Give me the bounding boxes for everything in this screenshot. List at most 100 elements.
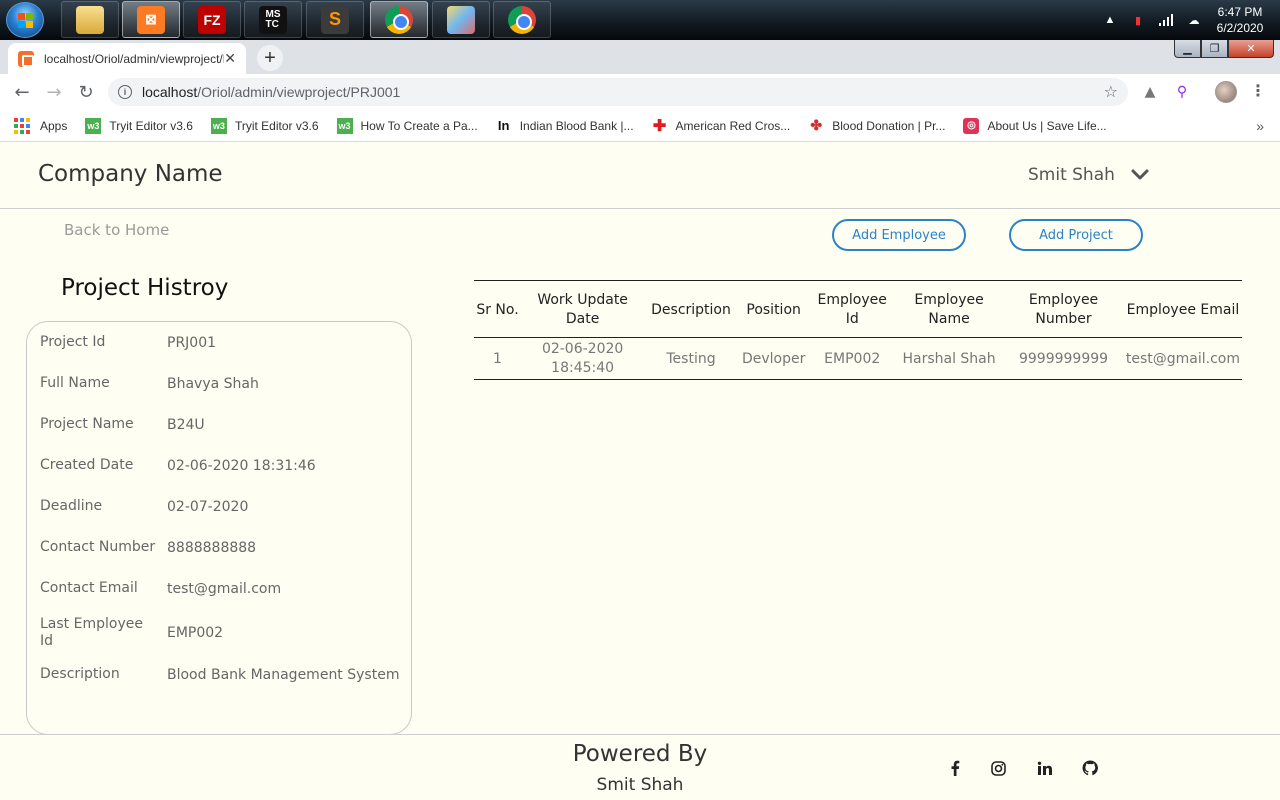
taskbar-sublime[interactable]: S — [306, 1, 364, 38]
back-to-home-link[interactable]: Back to Home — [64, 221, 169, 239]
linkedin-icon[interactable] — [1035, 759, 1053, 777]
search-extension-icon[interactable]: ⚲ — [1172, 82, 1192, 102]
signal-icon[interactable] — [1157, 11, 1175, 29]
project-info-card: Project Id PRJ001 Full Name Bhavya Shah … — [26, 321, 412, 735]
user-menu[interactable]: Smit Shah — [1028, 165, 1149, 185]
table-cell: Devloper — [737, 337, 810, 380]
github-icon[interactable] — [1081, 759, 1099, 777]
filezilla-icon: FZ — [198, 5, 226, 34]
info-row-contact-email: Contact Email test@gmail.com — [40, 580, 410, 597]
add-project-button[interactable]: Add Project — [1009, 219, 1143, 251]
info-label: Project Id — [40, 334, 106, 350]
forward-arrow-icon[interactable]: → — [42, 80, 66, 104]
start-button[interactable] — [6, 2, 44, 38]
power-icon[interactable]: ▮ — [1129, 11, 1147, 29]
bookmark-red-cross[interactable]: ✚ American Red Cros... — [652, 118, 791, 135]
browser-tab[interactable]: localhost/Oriol/admin/viewproject/PRJ001… — [8, 43, 246, 74]
taskbar-chrome[interactable] — [370, 1, 428, 38]
info-row-last-employee-id: Last Employee Id EMP002 — [40, 616, 410, 650]
site-info-icon[interactable]: i — [118, 85, 132, 99]
address-bar[interactable]: i localhost/Oriol/admin/viewproject/PRJ0… — [108, 78, 1128, 106]
info-value: PRJ001 — [167, 334, 217, 351]
taskbar-mstc[interactable]: MS TC — [244, 1, 302, 38]
bookmark-label: How To Create a Pa... — [360, 118, 478, 133]
table-cell: 1 — [474, 337, 522, 380]
xampp-favicon-icon — [18, 50, 34, 67]
new-tab-button[interactable]: + — [257, 45, 283, 71]
instagram-icon[interactable] — [989, 759, 1007, 777]
add-employee-button[interactable]: Add Employee — [832, 219, 966, 251]
back-arrow-icon[interactable]: ← — [10, 80, 34, 104]
show-hidden-icons-icon[interactable]: ▲ — [1101, 11, 1119, 29]
chevron-down-icon — [1131, 169, 1149, 180]
info-value: 02-07-2020 — [167, 498, 249, 515]
w3schools-icon: w3 — [336, 117, 353, 134]
taskbar-explorer[interactable] — [61, 1, 119, 38]
brand-name[interactable]: Company Name — [38, 161, 223, 187]
table-cell: 9999999999 — [1003, 337, 1124, 380]
reload-icon[interactable]: ↻ — [74, 80, 98, 104]
info-row-deadline: Deadline 02-07-2020 — [40, 498, 410, 515]
taskbar-clock[interactable]: 6:47 PM 6/2/2020 — [1208, 4, 1272, 36]
facebook-icon[interactable] — [946, 759, 964, 777]
browser-tab-strip: localhost/Oriol/admin/viewproject/PRJ001… — [0, 40, 1280, 74]
in-icon: In — [497, 118, 510, 133]
clock-time: 6:47 PM — [1217, 5, 1263, 19]
more-bookmarks-icon[interactable]: » — [1256, 118, 1264, 134]
bookmark-label: Apps — [40, 118, 68, 133]
info-row-project-name: Project Name B24U — [40, 416, 410, 433]
info-label: Description — [40, 666, 120, 682]
bookmark-how-to[interactable]: w3 How To Create a Pa... — [336, 117, 478, 134]
info-label: Last Employee Id — [40, 616, 143, 649]
close-window-button[interactable]: ✕ — [1228, 40, 1274, 58]
cloud-icon[interactable]: ☁ — [1185, 11, 1203, 29]
column-header: Description — [644, 280, 738, 338]
bookmark-label: Tryit Editor v3.6 — [234, 118, 319, 133]
info-value: Blood Bank Management System — [167, 666, 400, 683]
w3schools-icon: w3 — [210, 117, 227, 134]
bookmark-label: American Red Cros... — [675, 118, 791, 133]
windows-taskbar: ⊠ FZ MS TC S ▲ ▮ ☁ 6:47 PM 6/2/2020 — [0, 0, 1280, 40]
taskbar-chrome-2[interactable] — [493, 1, 551, 38]
page-content: Company Name Smit Shah Back to Home Add … — [0, 143, 1280, 800]
bookmark-apps[interactable]: Apps — [14, 117, 68, 134]
info-value: test@gmail.com — [167, 580, 282, 597]
table-cell: Harshal Shah — [894, 337, 1004, 380]
bookmark-tryit-1[interactable]: w3 Tryit Editor v3.6 — [85, 117, 193, 134]
info-label: Deadline — [40, 498, 103, 514]
bookmark-save-life[interactable]: ◎ About Us | Save Life... — [963, 117, 1107, 134]
tab-close-icon[interactable]: ✕ — [224, 50, 236, 67]
info-row-contact-number: Contact Number 8888888888 — [40, 539, 410, 556]
table-cell: 02-06-2020 18:45:40 — [521, 337, 645, 380]
profile-avatar[interactable] — [1215, 81, 1237, 103]
info-label: Created Date — [40, 457, 134, 473]
paint-icon — [447, 5, 475, 34]
minimize-button[interactable]: ▁ — [1174, 40, 1201, 58]
bookmark-star-icon[interactable]: ☆ — [1104, 82, 1118, 101]
column-header: Sr No. — [474, 280, 522, 338]
bookmark-indian-blood-bank[interactable]: In Indian Blood Bank |... — [496, 118, 634, 134]
table-cell: Testing — [644, 337, 738, 380]
info-value: EMP002 — [167, 625, 224, 641]
taskbar-filezilla[interactable]: FZ — [183, 1, 241, 38]
bookmark-tryit-2[interactable]: w3 Tryit Editor v3.6 — [210, 117, 319, 134]
bookmarks-bar: Apps w3 Tryit Editor v3.6 w3 Tryit Edito… — [0, 110, 1280, 142]
info-label: Contact Number — [40, 539, 156, 555]
url-path: /Oriol/admin/viewproject/PRJ001 — [197, 84, 401, 100]
site-footer: Powered By Smit Shah — [0, 734, 1280, 800]
site-header: Company Name Smit Shah — [0, 143, 1280, 209]
chrome-menu-icon[interactable]: ⋮ — [1250, 81, 1266, 103]
chrome-icon — [385, 5, 413, 34]
drive-extension-icon[interactable]: ▲ — [1140, 82, 1160, 102]
taskbar-xampp[interactable]: ⊠ — [122, 1, 180, 38]
folder-icon — [76, 5, 104, 34]
xampp-icon: ⊠ — [137, 5, 165, 34]
bookmark-label: Indian Blood Bank |... — [519, 118, 634, 133]
bookmark-label: About Us | Save Life... — [987, 118, 1107, 133]
url-host: localhost — [142, 84, 198, 100]
footer-author-name: Smit Shah — [596, 775, 684, 795]
section-title: Project Histroy — [61, 275, 229, 301]
taskbar-paint[interactable] — [432, 1, 490, 38]
restore-button[interactable]: ❐ — [1201, 40, 1228, 58]
bookmark-blood-donation[interactable]: ✤ Blood Donation | Pr... — [808, 117, 945, 134]
